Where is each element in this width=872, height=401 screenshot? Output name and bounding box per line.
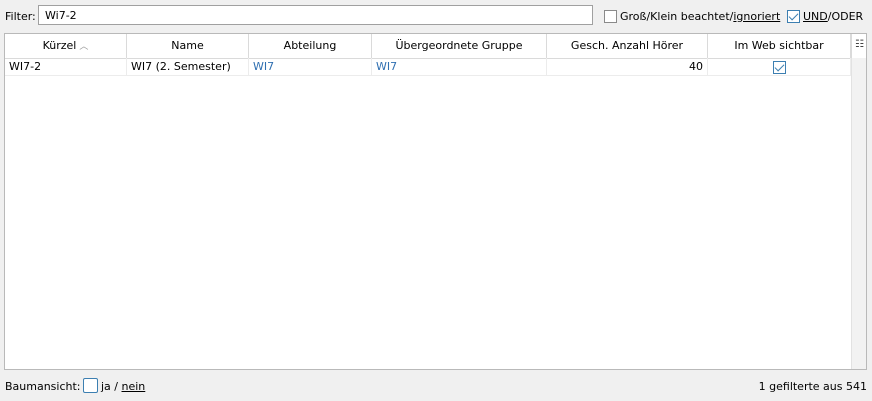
case-sensitive-checkbox[interactable] bbox=[604, 9, 617, 23]
or-text: /ODER bbox=[827, 9, 864, 23]
filter-bar: Filter: Groß/Klein beachtet/ignoriert UN… bbox=[0, 0, 872, 32]
sort-ascending-icon: ︿ bbox=[79, 42, 89, 52]
column-header-abteilung[interactable]: Abteilung bbox=[249, 34, 372, 58]
vertical-scrollbar[interactable] bbox=[851, 58, 866, 369]
and-or-checkbox[interactable] bbox=[787, 9, 800, 23]
case-sensitive-option[interactable]: Groß/Klein beachtet/ignoriert bbox=[604, 9, 780, 23]
status-bar: Baumansicht: ja / nein 1 gefilterte aus … bbox=[0, 375, 872, 397]
and-link[interactable]: UND bbox=[803, 10, 828, 23]
table-row[interactable]: WI7-2 WI7 (2. Semester) WI7 WI7 40 bbox=[5, 58, 851, 76]
groups-table: Kürzel ︿ Name Abteilung Übergeordnete Gru… bbox=[4, 33, 867, 370]
column-header-label: Name bbox=[171, 39, 204, 52]
tree-view-checkbox[interactable] bbox=[83, 378, 98, 393]
column-header-web[interactable]: Im Web sichtbar bbox=[708, 34, 851, 58]
cell-web-visible bbox=[708, 58, 851, 75]
filtered-count: 1 gefilterte aus 541 bbox=[758, 380, 867, 393]
cell-name: WI7 (2. Semester) bbox=[127, 58, 249, 75]
column-header-gruppe[interactable]: Übergeordnete Gruppe bbox=[372, 34, 547, 58]
cell-kuerzel: WI7-2 bbox=[5, 58, 127, 75]
case-sensitive-label[interactable]: Groß/Klein beachtet/ignoriert bbox=[620, 10, 780, 23]
table-header: Kürzel ︿ Name Abteilung Übergeordnete Gru… bbox=[5, 34, 851, 59]
and-or-option[interactable]: UND/ODER bbox=[787, 9, 863, 23]
table-body: WI7-2 WI7 (2. Semester) WI7 WI7 40 bbox=[5, 58, 851, 76]
tree-view-options: ja / nein bbox=[101, 380, 145, 393]
cell-gruppe-link[interactable]: WI7 bbox=[372, 58, 547, 75]
tree-view-separator: / bbox=[110, 380, 122, 393]
cell-hoerer: 40 bbox=[547, 58, 708, 75]
column-header-hoerer[interactable]: Gesch. Anzahl Hörer bbox=[547, 34, 708, 58]
tree-view-nein-option[interactable]: nein bbox=[122, 380, 146, 393]
tree-view-label: Baumansicht: bbox=[5, 380, 81, 393]
case-ignore-link[interactable]: ignoriert bbox=[733, 10, 780, 23]
cell-abteilung-link[interactable]: WI7 bbox=[249, 58, 372, 75]
filter-input[interactable] bbox=[38, 5, 593, 25]
filter-label: Filter: bbox=[5, 10, 36, 23]
column-chooser-icon[interactable]: ☷ bbox=[851, 34, 866, 58]
and-or-label[interactable]: UND/ODER bbox=[803, 10, 863, 23]
column-header-label: Abteilung bbox=[283, 39, 337, 52]
column-header-name[interactable]: Name bbox=[127, 34, 249, 58]
column-header-label: Gesch. Anzahl Hörer bbox=[570, 39, 684, 52]
case-sensitive-prefix: Groß/Klein beachtet/ bbox=[620, 9, 734, 23]
column-header-label: Kürzel bbox=[42, 39, 77, 52]
column-header-kuerzel[interactable]: Kürzel ︿ bbox=[5, 34, 127, 58]
column-header-label: Im Web sichtbar bbox=[734, 39, 824, 52]
column-header-label: Übergeordnete Gruppe bbox=[395, 39, 523, 52]
tree-view-ja-option[interactable]: ja bbox=[101, 380, 111, 393]
web-visible-checkbox[interactable] bbox=[772, 60, 786, 74]
